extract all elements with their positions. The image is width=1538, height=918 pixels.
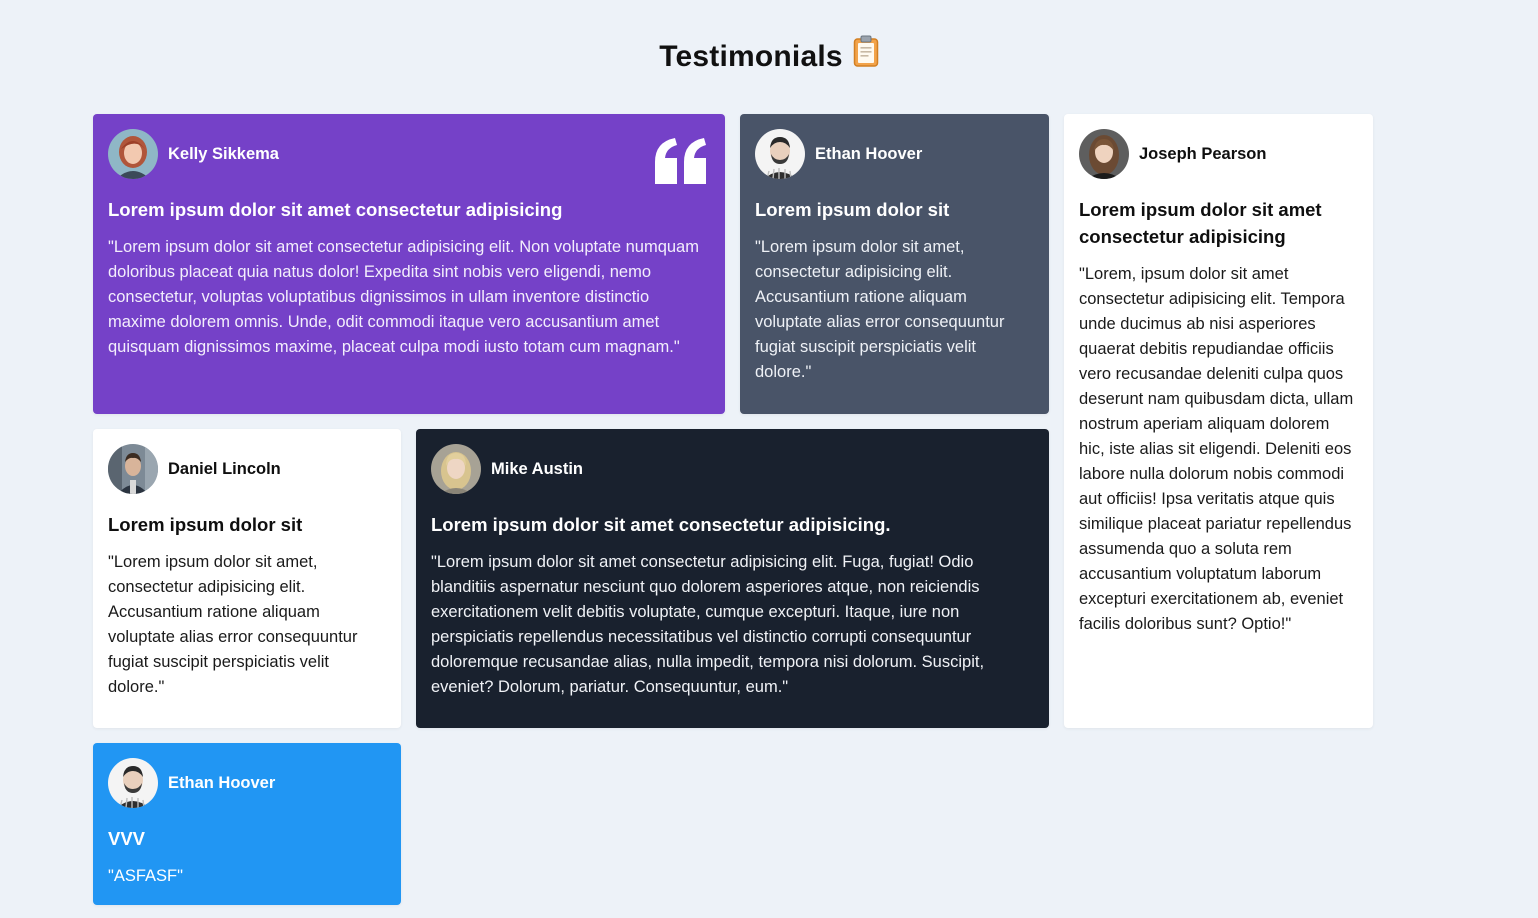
- testimonial-quote: "Lorem ipsum dolor sit amet, consectetur…: [108, 553, 358, 696]
- author-name: Ethan Hoover: [815, 144, 923, 163]
- card-header: Daniel Lincoln: [108, 444, 386, 494]
- testimonial-card-ethan-hoover: Ethan Hoover Lorem ipsum dolor sit "Lore…: [740, 114, 1049, 414]
- testimonial-headline: Lorem ipsum dolor sit: [755, 199, 950, 220]
- avatar: [1079, 129, 1129, 179]
- avatar: [755, 129, 805, 179]
- card-header: Ethan Hoover: [108, 758, 386, 808]
- avatar: [108, 129, 158, 179]
- author-name: Kelly Sikkema: [168, 144, 279, 163]
- testimonial-headline: Lorem ipsum dolor sit amet consectetur a…: [1079, 199, 1322, 247]
- card-header: Ethan Hoover: [755, 129, 1034, 179]
- author-name: Mike Austin: [491, 459, 583, 478]
- testimonial-card-mike-austin: Mike Austin Lorem ipsum dolor sit amet c…: [416, 429, 1049, 728]
- card-header: Kelly Sikkema: [108, 129, 710, 179]
- clipboard-icon: [853, 35, 879, 75]
- card-header: Joseph Pearson: [1079, 129, 1358, 179]
- author-name: Joseph Pearson: [1139, 144, 1267, 163]
- testimonial-quote: "ASFASF": [108, 867, 183, 885]
- testimonial-quote: "Lorem ipsum dolor sit amet consectetur …: [431, 553, 985, 696]
- page-title: Testimonials: [0, 35, 1538, 78]
- page-title-text: Testimonials: [659, 39, 843, 73]
- testimonial-quote: "Lorem, ipsum dolor sit amet consectetur…: [1079, 265, 1354, 633]
- avatar: [108, 444, 158, 494]
- quote-icon: [655, 138, 706, 184]
- testimonial-quote: "Lorem ipsum dolor sit amet, consectetur…: [755, 238, 1005, 381]
- author-name: Ethan Hoover: [168, 773, 276, 792]
- testimonial-quote: "Lorem ipsum dolor sit amet consectetur …: [108, 238, 699, 356]
- testimonial-card-ethan-hoover-2: Ethan Hoover VVV "ASFASF": [93, 743, 401, 905]
- testimonial-headline: VVV: [108, 828, 146, 849]
- testimonial-card-joseph-pearson: Joseph Pearson Lorem ipsum dolor sit ame…: [1064, 114, 1373, 728]
- testimonial-headline: Lorem ipsum dolor sit: [108, 514, 303, 535]
- avatar: [108, 758, 158, 808]
- card-header: Mike Austin: [431, 444, 1034, 494]
- avatar: [431, 444, 481, 494]
- testimonial-card-daniel-lincoln: Daniel Lincoln Lorem ipsum dolor sit "Lo…: [93, 429, 401, 728]
- testimonial-card-kelly-sikkema: Kelly Sikkema Lorem ipsum dolor sit amet…: [93, 114, 725, 414]
- author-name: Daniel Lincoln: [168, 459, 281, 478]
- testimonial-headline: Lorem ipsum dolor sit amet consectetur a…: [431, 514, 891, 535]
- testimonial-headline: Lorem ipsum dolor sit amet consectetur a…: [108, 199, 563, 220]
